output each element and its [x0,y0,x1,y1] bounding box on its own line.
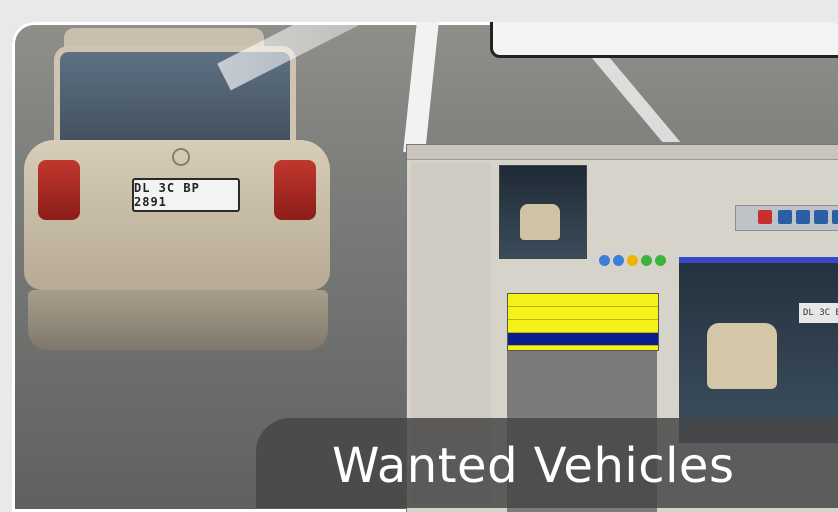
video-car [707,323,777,389]
tail-light-left [38,160,80,220]
blue-dot-icon [613,255,624,266]
callout-box [490,22,838,58]
toolbar [735,205,838,231]
table-row[interactable] [508,333,658,346]
yellow-dot-icon [627,255,638,266]
table-row[interactable] [508,307,658,320]
status-dots [599,251,669,270]
car: DL 3C BP 2891 [24,28,334,378]
toolbar-button[interactable] [796,210,810,224]
video-plate-callout: DL 3C BP [799,303,838,323]
table-row[interactable] [508,294,658,307]
record-icon[interactable] [758,210,772,224]
tail-light-right [274,160,316,220]
car-bumper [28,290,328,350]
detections-table [507,293,659,351]
camera-thumbnail [499,165,587,259]
green-dot-icon [641,255,652,266]
toolbar-button[interactable] [832,210,838,224]
caption-title: Wanted Vehicles [332,438,735,494]
window-titlebar [407,145,838,160]
video-feed: DL 3C BP [679,257,838,443]
car-logo-icon [172,148,190,166]
license-plate: DL 3C BP 2891 [132,178,240,212]
table-row[interactable] [508,320,658,333]
green-dot-icon [655,255,666,266]
thumbnail-car [520,204,560,240]
blue-dot-icon [599,255,610,266]
caption-banner: Wanted Vehicles [256,418,838,508]
toolbar-button[interactable] [814,210,828,224]
lane-line [403,22,439,152]
toolbar-button[interactable] [778,210,792,224]
